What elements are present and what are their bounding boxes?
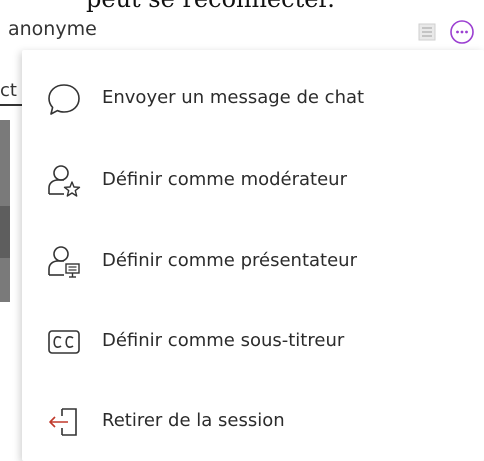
- background-panel-fragment-dark: [0, 206, 10, 258]
- screen: peut se reconnecter. anonyme ct Envoyer …: [0, 0, 484, 461]
- menu-item-label: Définir comme modérateur: [102, 169, 347, 190]
- menu-item-label: Retirer de la session: [102, 410, 285, 431]
- menu-item-remove-from-session[interactable]: Retirer de la session: [22, 388, 484, 458]
- user-presenter-icon: [48, 246, 80, 278]
- menu-item-make-moderator[interactable]: Définir comme modérateur: [22, 147, 484, 217]
- closed-caption-icon: [48, 330, 80, 354]
- participant-options-menu: Envoyer un message de chat Définir comme…: [22, 50, 484, 461]
- menu-item-label: Définir comme sous-titreur: [102, 330, 345, 351]
- background-tab-fragment: ct: [0, 80, 17, 101]
- participant-name: anonyme: [8, 18, 97, 40]
- background-tab-underline: [0, 104, 22, 106]
- more-options-icon[interactable]: [449, 19, 475, 45]
- menu-item-label: Définir comme présentateur: [102, 250, 357, 271]
- menu-item-send-chat[interactable]: Envoyer un message de chat: [22, 65, 484, 135]
- user-star-icon: [48, 165, 81, 197]
- menu-item-make-captioner[interactable]: Définir comme sous-titreur: [22, 308, 484, 378]
- participant-row[interactable]: anonyme: [0, 12, 484, 54]
- remove-from-session-icon: [49, 408, 77, 436]
- menu-item-make-presenter[interactable]: Définir comme présentateur: [22, 228, 484, 298]
- list-icon: [418, 23, 436, 41]
- menu-item-label: Envoyer un message de chat: [102, 87, 365, 108]
- chat-bubble-icon: [48, 84, 80, 115]
